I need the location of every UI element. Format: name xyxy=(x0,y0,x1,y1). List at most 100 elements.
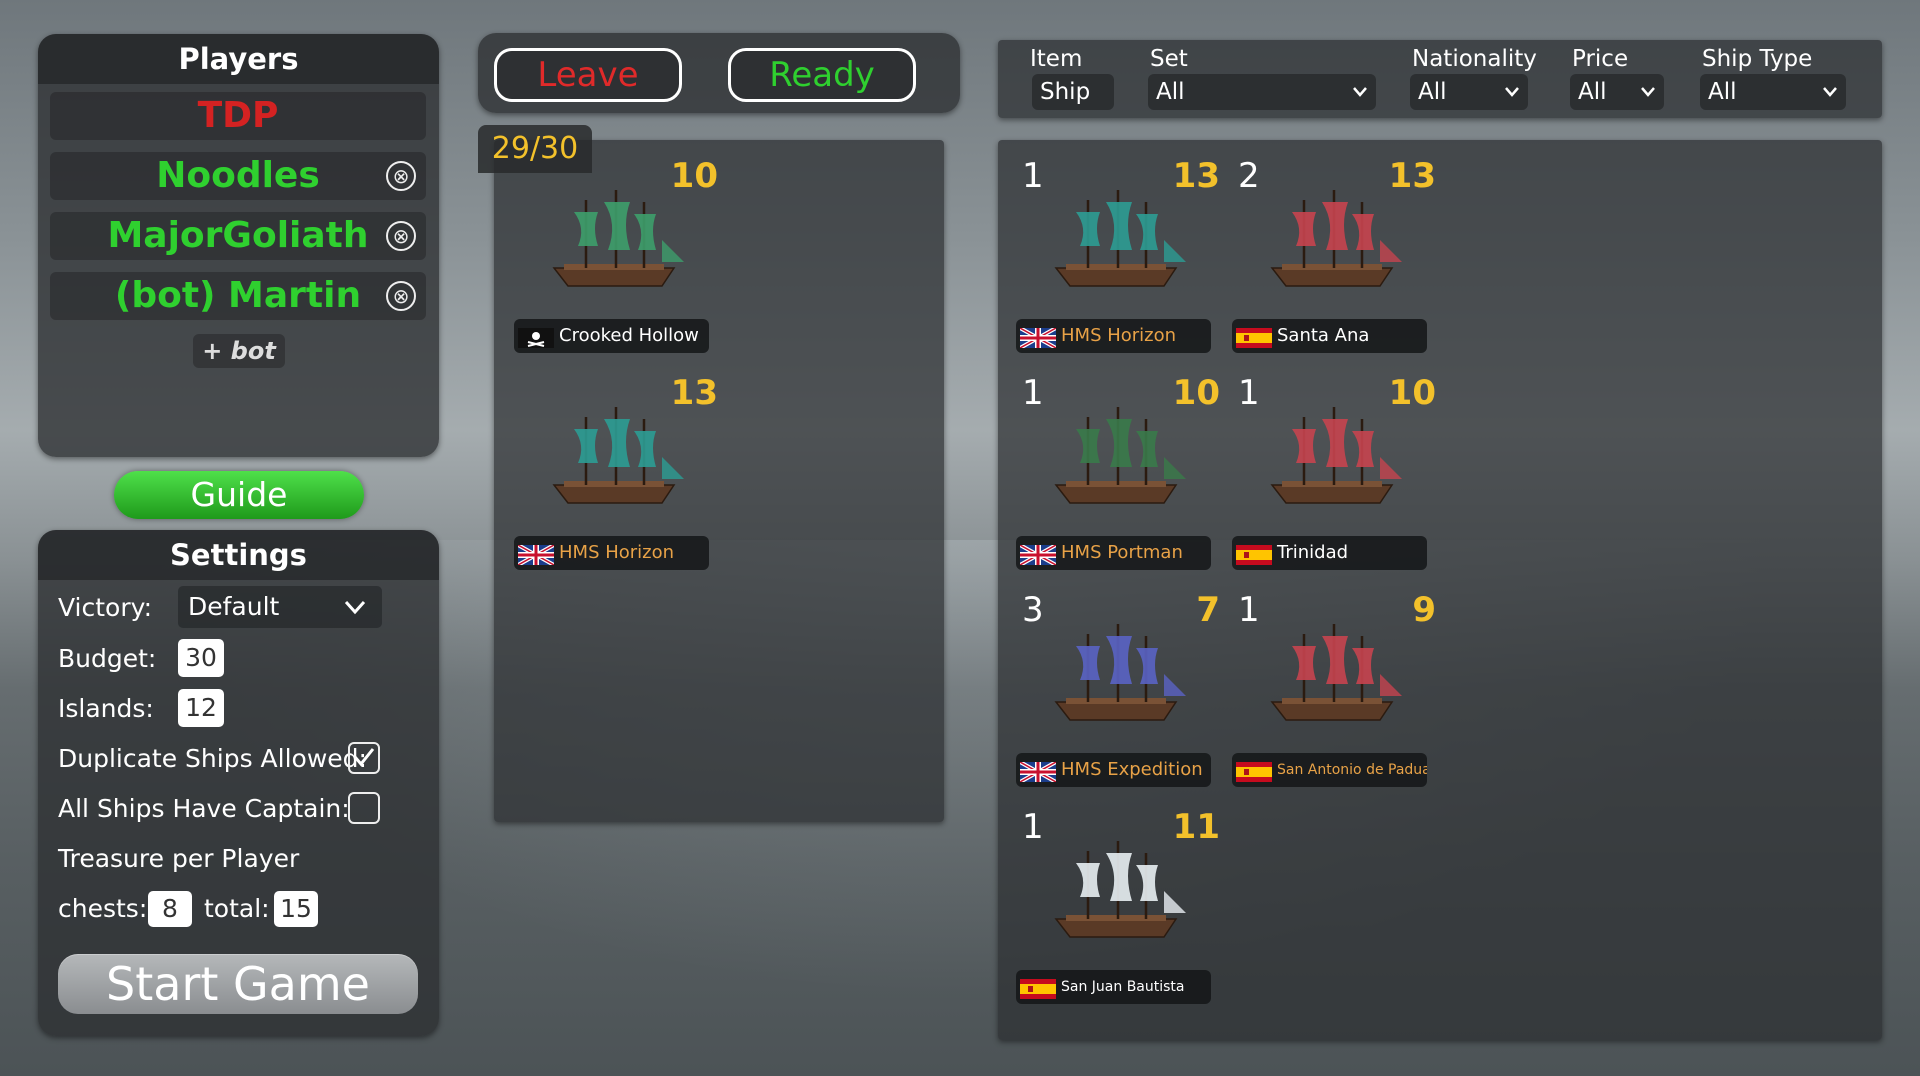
ship-image xyxy=(1036,831,1196,951)
ship-type-filter-value: All xyxy=(1708,79,1737,105)
kick-player-icon[interactable]: ⊗ xyxy=(386,221,416,251)
ship-image xyxy=(1252,180,1412,300)
add-bot-button[interactable]: + bot xyxy=(193,334,285,368)
kick-player-icon[interactable]: ⊗ xyxy=(386,281,416,311)
uk-flag-icon xyxy=(1019,326,1057,350)
nationality-filter-value: All xyxy=(1418,79,1447,105)
ship-name: Santa Ana xyxy=(1277,325,1370,346)
players-panel: Players TDP Noodles ⊗ MajorGoliath ⊗ (bot) Ma… xyxy=(38,34,439,457)
uk-flag-icon xyxy=(517,543,555,567)
settings-panel: Settings Victory: Default Budget: 30 Isl… xyxy=(38,530,439,1036)
player-name: Noodles xyxy=(156,155,320,196)
set-filter-label: Set xyxy=(1150,46,1188,72)
nationality-filter-label: Nationality xyxy=(1412,46,1537,72)
ship-name: Trinidad xyxy=(1277,542,1349,563)
guide-button[interactable]: Guide xyxy=(114,471,364,519)
ship-card[interactable]: 1 10 HMS Portman xyxy=(1016,357,1226,573)
chevron-down-icon xyxy=(344,586,366,641)
checkmark-icon xyxy=(353,748,375,767)
spain-flag-icon xyxy=(1236,326,1272,348)
chests-label: chests: xyxy=(58,894,148,923)
victory-label: Victory: xyxy=(58,593,153,622)
leave-button[interactable]: Leave xyxy=(494,48,682,102)
ship-type-filter-select[interactable]: All xyxy=(1700,74,1846,110)
ship-card[interactable]: 1 11 San Juan Bautista xyxy=(1016,791,1226,1007)
price-filter-select[interactable]: All xyxy=(1570,74,1664,110)
player-name: (bot) Martin xyxy=(114,275,362,316)
total-input[interactable]: 15 xyxy=(274,891,318,927)
budget-display: 29/30 xyxy=(478,125,592,173)
player-row: MajorGoliath ⊗ xyxy=(50,212,426,260)
player-row: Noodles ⊗ xyxy=(50,152,426,200)
ship-image xyxy=(1036,397,1196,517)
chevron-down-icon xyxy=(1822,74,1838,123)
ship-name-plate: HMS Horizon xyxy=(1016,319,1211,353)
chests-input[interactable]: 8 xyxy=(148,891,192,927)
budget-label: Budget: xyxy=(58,644,157,673)
item-filter-select[interactable]: Ship xyxy=(1032,74,1114,110)
ship-image xyxy=(534,397,694,517)
item-filter-label: Item xyxy=(1030,46,1083,72)
victory-select[interactable]: Default xyxy=(178,586,382,628)
ship-name-plate: San Juan Bautista xyxy=(1016,970,1211,1004)
kick-player-icon[interactable]: ⊗ xyxy=(386,161,416,191)
ship-name-plate: HMS Horizon xyxy=(514,536,709,570)
duplicate-ships-checkbox[interactable] xyxy=(348,742,380,774)
all-captain-checkbox[interactable] xyxy=(348,792,380,824)
uk-flag-icon xyxy=(1019,760,1057,784)
islands-label: Islands: xyxy=(58,694,154,723)
nationality-filter-select[interactable]: All xyxy=(1410,74,1528,110)
spain-flag-icon xyxy=(1020,977,1056,999)
chevron-down-icon xyxy=(1640,74,1656,123)
ship-name: San Antonio de Padua xyxy=(1277,762,1427,778)
ship-name: San Juan Bautista xyxy=(1061,979,1185,995)
ship-name-plate: Trinidad xyxy=(1232,536,1427,570)
chevron-down-icon xyxy=(1352,74,1368,123)
budget-input[interactable]: 30 xyxy=(178,639,224,677)
price-filter-label: Price xyxy=(1572,46,1629,72)
spain-flag-icon xyxy=(1236,760,1272,782)
ready-bar: Leave Ready xyxy=(478,33,960,113)
total-label: total: xyxy=(204,894,270,923)
ship-name: HMS Horizon xyxy=(1061,325,1177,346)
fleet-panel: 10 Crooked Hollow 13 HMS Horizon xyxy=(494,140,944,822)
ship-price: 7 xyxy=(1196,590,1220,630)
ship-card[interactable]: 1 10 Trinidad xyxy=(1232,357,1442,573)
start-game-button[interactable]: Start Game xyxy=(58,954,418,1014)
ship-name: Crooked Hollow xyxy=(559,325,699,346)
ship-name-plate: Santa Ana xyxy=(1232,319,1427,353)
ship-name-plate: HMS Portman xyxy=(1016,536,1211,570)
ship-card[interactable]: 2 13 Santa Ana xyxy=(1232,140,1442,356)
ship-name: HMS Expedition xyxy=(1061,759,1203,780)
ship-catalog-panel: 1 13 HMS Horizon 2 13 Santa Ana 1 10 HMS Portman… xyxy=(998,140,1882,1040)
ship-image xyxy=(1252,397,1412,517)
all-captain-label: All Ships Have Captain: xyxy=(58,794,350,823)
ready-button[interactable]: Ready xyxy=(728,48,916,102)
player-row: TDP xyxy=(50,92,426,140)
ship-card[interactable]: 1 9 San Antonio de Padua xyxy=(1232,574,1442,790)
uk-flag-icon xyxy=(1019,543,1057,567)
islands-input[interactable]: 12 xyxy=(178,689,224,727)
ship-name: HMS Portman xyxy=(1061,542,1183,563)
player-name: TDP xyxy=(197,95,279,136)
ship-name-plate: Crooked Hollow xyxy=(514,319,709,353)
spain-flag-icon xyxy=(1236,543,1272,565)
ship-name-plate: San Antonio de Padua xyxy=(1232,753,1427,787)
player-name: MajorGoliath xyxy=(107,215,369,256)
ship-card[interactable]: 1 13 HMS Horizon xyxy=(1016,140,1226,356)
ship-card[interactable]: 3 7 HMS Expedition xyxy=(1016,574,1226,790)
set-filter-select[interactable]: All xyxy=(1148,74,1376,110)
ship-image xyxy=(534,180,694,300)
ship-image xyxy=(1036,180,1196,300)
set-filter-value: All xyxy=(1156,79,1185,105)
treasure-label: Treasure per Player xyxy=(58,844,300,873)
ship-image xyxy=(1036,614,1196,734)
ship-card[interactable]: 13 HMS Horizon xyxy=(514,357,724,573)
ship-price: 9 xyxy=(1412,590,1436,630)
ship-type-filter-label: Ship Type xyxy=(1702,46,1813,72)
ship-name-plate: HMS Expedition xyxy=(1016,753,1211,787)
filter-bar: Item Ship Set All Nationality All Price … xyxy=(998,40,1882,118)
duplicate-ships-label: Duplicate Ships Allowed: xyxy=(58,744,367,773)
ship-name: HMS Horizon xyxy=(559,542,675,563)
player-row: (bot) Martin ⊗ xyxy=(50,272,426,320)
